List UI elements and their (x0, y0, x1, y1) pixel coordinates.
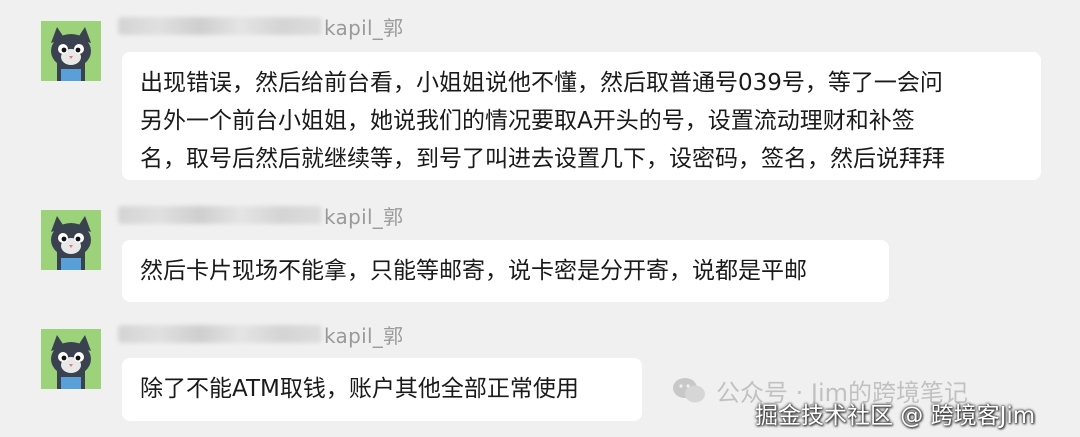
wechat-icon (673, 377, 705, 402)
avatar[interactable] (41, 210, 101, 270)
blurred-nickname (118, 206, 322, 224)
message-bubble[interactable]: 出现错误，然后给前台看，小姐姐说他不懂，然后取普通号039号，等了一会问 另外一… (122, 52, 1041, 180)
avatar[interactable] (41, 329, 101, 389)
message-line: 出现错误，然后给前台看，小姐姐说他不懂，然后取普通号039号，等了一会问 (140, 70, 943, 96)
cat-avatar-icon (41, 329, 101, 389)
message-line: 然后卡片现场不能拿，只能等邮寄，说卡密是分开寄，说都是平邮 (140, 258, 807, 284)
message-bubble[interactable]: 然后卡片现场不能拿，只能等邮寄，说卡密是分开寄，说都是平邮 (122, 240, 889, 302)
cat-avatar-icon (41, 210, 101, 270)
juejin-watermark: 掘金技术社区 @ 跨境客Jim (755, 403, 1036, 429)
blurred-nickname (118, 17, 322, 35)
cat-avatar-icon (41, 21, 101, 81)
sender-name: kapil_郭 (324, 323, 404, 348)
message-bubble[interactable]: 除了不能ATM取钱，账户其他全部正常使用 (122, 358, 642, 421)
sender-row: kapil_郭 (118, 321, 404, 348)
sender-row: kapil_郭 (118, 13, 404, 40)
sender-name: kapil_郭 (324, 15, 404, 40)
message-line: 另外一个前台小姐姐，她说我们的情况要取A开头的号，设置流动理财和补签 (140, 108, 915, 134)
sender-name: kapil_郭 (324, 204, 404, 229)
sender-row: kapil_郭 (118, 202, 404, 229)
message-line: 名，取号后然后就继续等，到号了叫进去设置几下，设密码，签名，然后说拜拜 (140, 146, 945, 172)
blurred-nickname (118, 325, 322, 343)
avatar[interactable] (41, 21, 101, 81)
message-line: 除了不能ATM取钱，账户其他全部正常使用 (140, 376, 579, 402)
